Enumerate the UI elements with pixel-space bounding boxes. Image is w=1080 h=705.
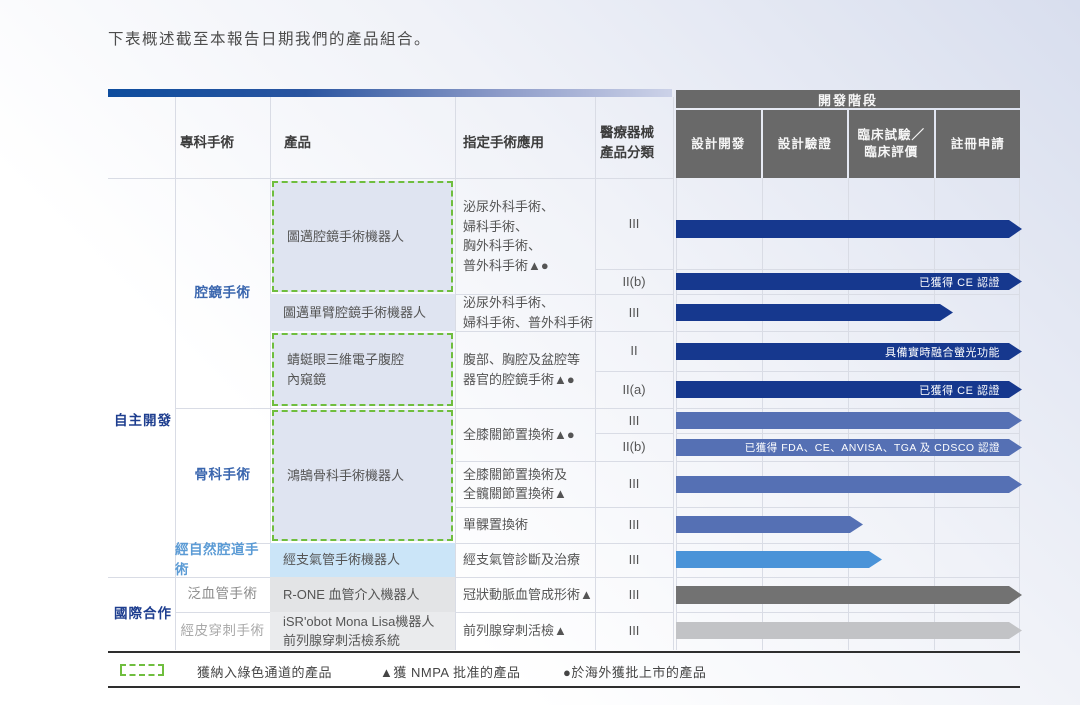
progress-arrow: 具備實時融合螢光功能 [676,343,1022,360]
progress-arrow [676,586,1022,604]
product-dragonfly-eye-endoscope: 蜻蜓眼三維電子腹腔 內窺鏡 [272,333,453,406]
gridline [676,433,1020,434]
dev-stage-columns: 設計開發 設計驗證 臨床試驗／ 臨床評價 註冊申請 [676,110,1020,178]
specialty-percutaneous-puncture-surgery: 經皮穿刺手術 [175,612,270,650]
product-isrobot-mona-lisa: iSR'obot Mona Lisa機器人 前列腺穿刺活檢系統 [270,612,455,650]
application-cell: 經支氣管診斷及治療 [455,543,595,577]
specialty-orthopedic-surgery: 骨科手術 [175,408,270,543]
gridline [676,408,1020,409]
classification-cell: III [595,294,673,331]
column-header-specialty: 專科手術 [180,108,270,178]
application-cell: 單髁置換術 [455,507,595,543]
gridline [676,371,1020,372]
stage-header-clinical-trial: 臨床試驗／ 臨床評價 [849,110,934,178]
gridline [676,269,1020,270]
classification-cell: III [595,507,673,543]
progress-arrow [676,622,1022,639]
specialty-natural-orifice-surgery: 經自然腔道手術 [175,543,270,577]
gridline [676,331,1020,332]
green-channel-legend-icon [120,664,164,676]
specialty-laparoscopic-surgery: 腔鏡手術 [175,178,270,408]
progress-arrow [676,412,1022,429]
application-cell: 全膝關節置換術及 全髖關節置換術▲ [455,461,595,507]
stage-header-design-development: 設計開發 [676,110,761,178]
classification-cell: II(b) [595,433,673,461]
column-header-product: 產品 [284,108,454,178]
page-title: 下表概述截至本報告日期我們的產品組合。 [108,27,431,49]
classification-cell: II(a) [595,371,673,408]
classification-cell: III [595,612,673,650]
group-label-self-developed: 自主開發 [108,414,175,428]
classification-cell: II [595,331,673,371]
gridline [673,97,674,650]
application-cell: 全膝關節置換術▲● [455,408,595,461]
progress-arrow [676,220,1022,238]
progress-arrow: 已獲得 CE 認證 [676,381,1022,398]
classification-cell: II(b) [595,269,673,294]
application-cell: 腹部、胸腔及盆腔等 器官的腔鏡手術▲● [455,331,595,408]
dev-stage-title: 開發階段 [676,90,1020,108]
progress-arrow [676,516,863,533]
product-toumai-single-arm-robot: 圖邁單臂腔鏡手術機器人 [270,294,455,331]
application-cell: 冠狀動脈血管成形術▲ [455,577,595,612]
progress-arrow [676,304,953,321]
product-r-one-vascular-robot: R-ONE 血管介入機器人 [270,577,455,612]
classification-cell: III [595,461,673,507]
legend-nmpa-approved: ▲獲 NMPA 批准的產品 [380,662,520,681]
dev-stage-header: 開發階段 設計開發 設計驗證 臨床試驗／ 臨床評價 註冊申請 [676,90,1020,178]
gridline [676,461,1020,462]
progress-arrow: 已獲得 FDA、CE、ANVISA、TGA 及 CDSCO 認證 [676,439,1022,456]
classification-cell: III [595,543,673,577]
classification-cell: III [595,408,673,433]
legend-green-channel: 獲納入綠色通道的產品 [197,662,332,681]
gridline [676,543,1020,544]
application-cell: 前列腺穿刺活檢▲ [455,612,595,650]
gridline [676,577,1020,578]
legend-overseas-approved: ●於海外獲批上市的產品 [563,662,706,681]
classification-cell: III [595,178,673,269]
column-header-application: 指定手術應用 [463,108,595,178]
product-toumai-laparoscopic-robot: 圖邁腔鏡手術機器人 [272,181,453,292]
gridline [676,507,1020,508]
gridline [676,294,1020,295]
group-label-international-cooperation: 國際合作 [108,607,175,621]
table-bottom-rule [108,651,1020,653]
application-cell: 泌尿外科手術、 婦科手術、 胸外科手術、 普外科手術▲● [455,178,595,294]
gridline [1019,178,1020,650]
legend-bottom-rule [108,686,1020,688]
product-honghu-orthopedic-robot: 鴻鵠骨科手術機器人 [272,410,453,541]
table-top-gradient-bar [108,89,672,97]
gridline [676,612,1020,613]
progress-arrow: 已獲得 CE 認證 [676,273,1022,290]
classification-cell: III [595,577,673,612]
application-cell: 泌尿外科手術、 婦科手術、普外科手術 [455,294,595,331]
product-transbronchial-robot: 經支氣管手術機器人 [270,543,455,577]
progress-arrow [676,476,1022,493]
progress-arrow [676,551,882,568]
column-header-classification: 醫療器械 產品分類 [600,108,673,178]
stage-header-registration: 註冊申請 [936,110,1021,178]
stage-header-design-verification: 設計驗證 [763,110,848,178]
specialty-panvascular-surgery: 泛血管手術 [175,577,270,612]
